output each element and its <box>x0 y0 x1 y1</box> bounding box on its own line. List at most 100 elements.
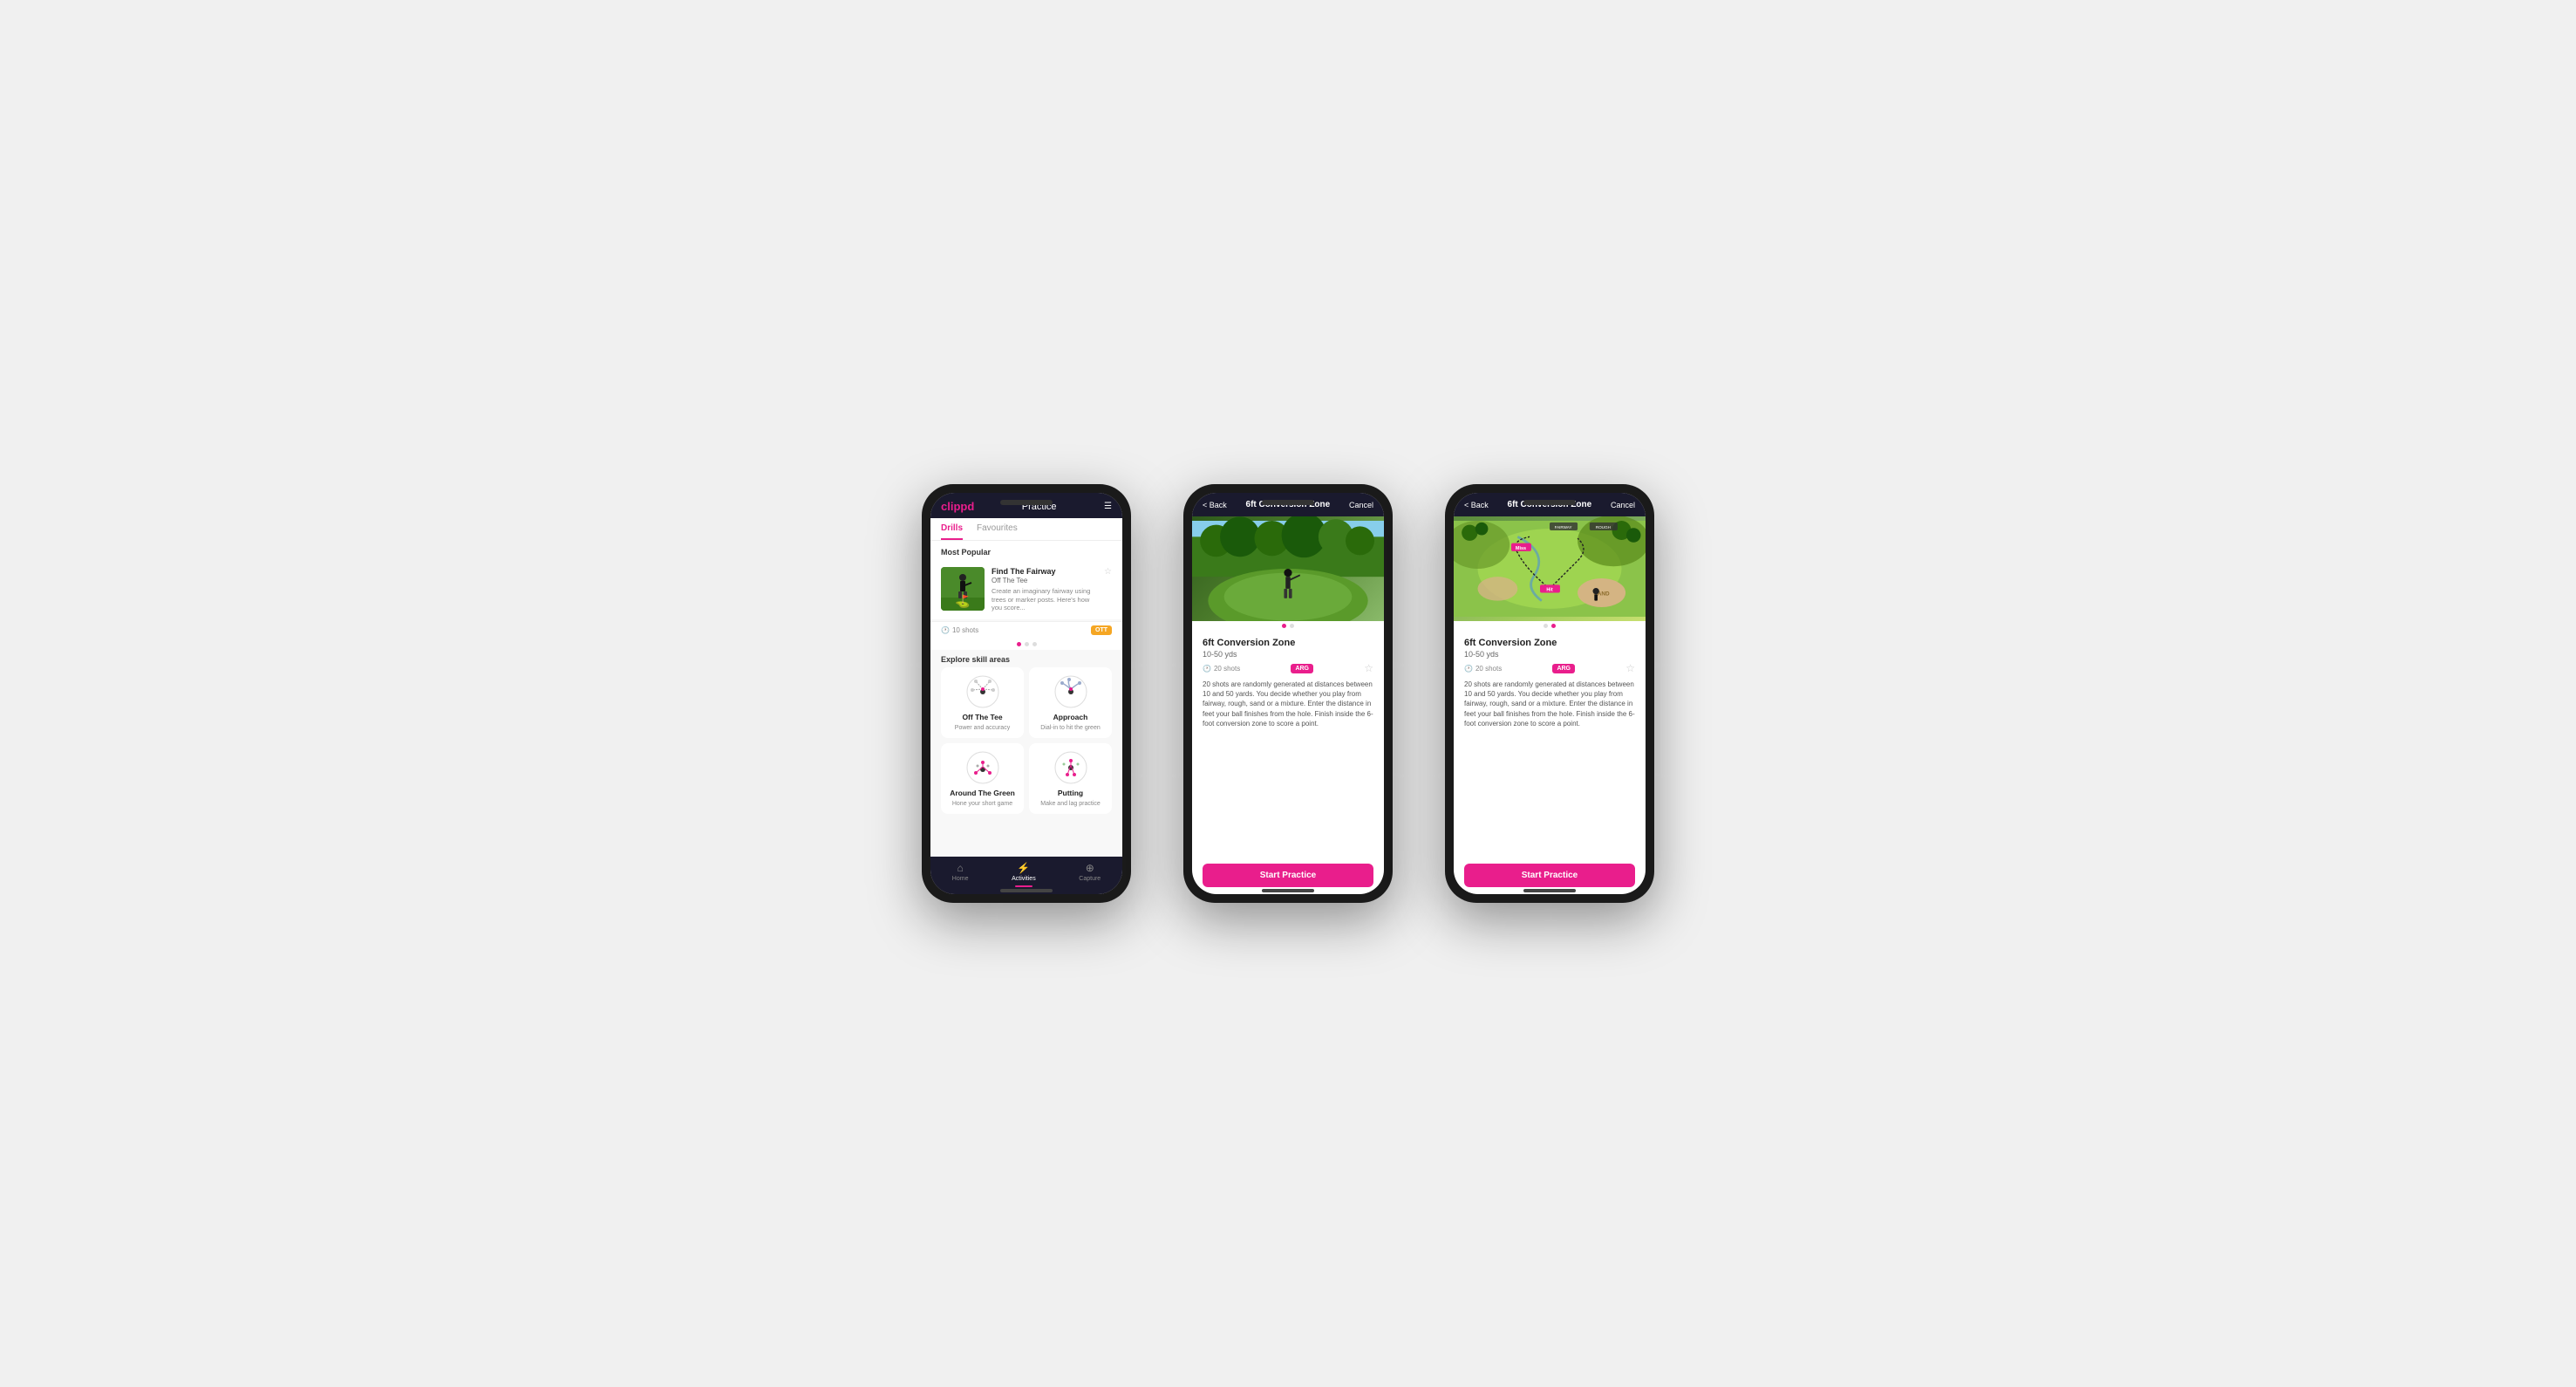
phone-1: clippd Practice ☰ Drills Favourites Most… <box>922 484 1131 903</box>
dot-2-2 <box>1290 624 1294 628</box>
detail-header-3: < Back 6ft Conversion Zone Cancel <box>1454 493 1646 516</box>
start-practice-button-3[interactable]: Start Practice <box>1464 864 1635 887</box>
back-button-3[interactable]: < Back <box>1464 501 1489 509</box>
skill-name-putting: Putting <box>1058 789 1083 797</box>
drill-map: Hit Miss FAIRWAY ROUGH SAND <box>1454 516 1646 621</box>
detail-header-2: < Back 6ft Conversion Zone Cancel <box>1192 493 1384 516</box>
svg-text:Miss: Miss <box>1516 546 1526 551</box>
approach-icon <box>1053 674 1088 709</box>
phone-2-screen: < Back 6ft Conversion Zone Cancel <box>1192 493 1384 894</box>
phones-container: clippd Practice ☰ Drills Favourites Most… <box>922 484 1654 903</box>
svg-text:ROUGH: ROUGH <box>1596 525 1611 530</box>
drill-thumb-image <box>941 567 985 611</box>
detail-title-2: 6ft Conversion Zone <box>1246 500 1331 509</box>
capture-icon: ⊕ <box>1086 862 1094 874</box>
skill-card-putting[interactable]: Putting Make and lag practice <box>1029 743 1112 814</box>
dot-3-2 <box>1551 624 1556 628</box>
drill-title: Find The Fairway <box>992 567 1097 577</box>
cancel-button-3[interactable]: Cancel <box>1611 501 1635 509</box>
drill-thumbnail <box>941 567 985 611</box>
back-button-2[interactable]: < Back <box>1203 501 1227 509</box>
badge-arg-3: ARG <box>1552 664 1575 673</box>
clock-icon-2: 🕐 <box>1203 665 1211 673</box>
ott-icon <box>965 674 1000 709</box>
drill-desc: Create an imaginary fairway using trees … <box>992 587 1097 612</box>
phone1-header: clippd Practice ☰ <box>930 493 1122 518</box>
nav-activities-label: Activities <box>1012 876 1036 882</box>
nav-home[interactable]: ⌂ Home <box>952 862 969 887</box>
skill-name-approach: Approach <box>1053 713 1088 721</box>
golf-map-svg: Hit Miss FAIRWAY ROUGH SAND <box>1454 516 1646 621</box>
featured-drill-card[interactable]: Find The Fairway Off The Tee Create an i… <box>930 560 1122 619</box>
phone-1-screen: clippd Practice ☰ Drills Favourites Most… <box>930 493 1122 894</box>
nav-capture[interactable]: ⊕ Capture <box>1079 862 1101 887</box>
dot-2-1 <box>1282 624 1286 628</box>
detail-desc-3: 20 shots are randomly generated at dista… <box>1464 680 1635 728</box>
phone-3-screen: < Back 6ft Conversion Zone Cancel <box>1454 493 1646 894</box>
badge-arg-2: ARG <box>1291 664 1313 673</box>
detail-yds-3: 10-50 yds <box>1464 650 1635 659</box>
detail-shots-3: 🕐 20 shots <box>1464 665 1502 673</box>
detail-title-3: 6ft Conversion Zone <box>1508 500 1592 509</box>
golfer-svg <box>941 567 985 611</box>
hamburger-icon[interactable]: ☰ <box>1104 502 1112 511</box>
drill-subtitle: Off The Tee <box>992 577 1097 584</box>
skill-desc-putting: Make and lag practice <box>1040 801 1100 807</box>
tab-favourites[interactable]: Favourites <box>977 518 1018 540</box>
svg-text:FAIRWAY: FAIRWAY <box>1555 525 1572 530</box>
skill-card-atg[interactable]: Around The Green Hone your short game <box>941 743 1024 814</box>
clock-icon-3: 🕐 <box>1464 665 1473 673</box>
nav-underline <box>1015 885 1032 887</box>
phone1-content: Most Popular <box>930 541 1122 857</box>
skill-desc-approach: Dial-in to hit the green <box>1040 725 1100 731</box>
detail-body-2: 6ft Conversion Zone 10-50 yds 🕐 20 shots… <box>1192 631 1384 864</box>
svg-text:Hit: Hit <box>1546 588 1553 593</box>
cancel-button-2[interactable]: Cancel <box>1349 501 1373 509</box>
skill-desc-atg: Hone your short game <box>952 801 1012 807</box>
detail-shots-2: 🕐 20 shots <box>1203 665 1240 673</box>
start-practice-button-2[interactable]: Start Practice <box>1203 864 1373 887</box>
explore-label: Explore skill areas <box>930 650 1122 667</box>
clock-icon: 🕐 <box>941 626 950 634</box>
carousel-dots <box>930 639 1122 650</box>
detail-desc-2: 20 shots are randomly generated at dista… <box>1203 680 1373 728</box>
dot-3-1 <box>1544 624 1548 628</box>
detail-drill-title-3: 6ft Conversion Zone <box>1464 638 1635 648</box>
home-icon: ⌂ <box>957 862 964 874</box>
skill-card-ott[interactable]: Off The Tee Power and accuracy <box>941 667 1024 738</box>
dot-3 <box>1032 642 1037 646</box>
star-button-2[interactable]: ☆ <box>1364 662 1373 674</box>
drill-photo <box>1192 516 1384 621</box>
most-popular-label: Most Popular <box>930 541 1122 560</box>
detail-yds-2: 10-50 yds <box>1203 650 1373 659</box>
skill-desc-ott: Power and accuracy <box>955 725 1010 731</box>
detail-meta-3: 🕐 20 shots ARG ☆ <box>1464 662 1635 674</box>
bottom-nav: ⌂ Home ⚡ Activities ⊕ Capture <box>930 857 1122 894</box>
logo: clippd <box>941 500 974 513</box>
skill-card-approach[interactable]: Approach Dial-in to hit the green <box>1029 667 1112 738</box>
drill-shots: 🕐 10 shots <box>941 626 978 634</box>
skill-name-ott: Off The Tee <box>962 713 1002 721</box>
star-button-3[interactable]: ☆ <box>1625 662 1635 674</box>
nav-home-label: Home <box>952 876 969 882</box>
header-title: Practice <box>1022 502 1057 512</box>
detail-body-3: 6ft Conversion Zone 10-50 yds 🕐 20 shots… <box>1454 631 1646 864</box>
drill-info: Find The Fairway Off The Tee Create an i… <box>992 567 1097 612</box>
putting-icon <box>1053 750 1088 785</box>
detail-drill-title-2: 6ft Conversion Zone <box>1203 638 1373 648</box>
tabs-bar: Drills Favourites <box>930 518 1122 541</box>
skill-name-atg: Around The Green <box>950 789 1015 797</box>
golf-photo-svg <box>1192 516 1384 621</box>
tab-drills[interactable]: Drills <box>941 518 963 540</box>
drill-star[interactable]: ☆ <box>1104 567 1112 577</box>
drill-meta: 🕐 10 shots OTT <box>930 621 1122 639</box>
skill-grid: Off The Tee Power and accuracy <box>930 667 1122 821</box>
nav-activities[interactable]: ⚡ Activities <box>1012 862 1036 887</box>
phone-2: < Back 6ft Conversion Zone Cancel <box>1183 484 1393 903</box>
atg-icon <box>965 750 1000 785</box>
dot-1 <box>1017 642 1021 646</box>
dot-2 <box>1025 642 1029 646</box>
activities-icon: ⚡ <box>1017 862 1030 874</box>
phone-3: < Back 6ft Conversion Zone Cancel <box>1445 484 1654 903</box>
nav-capture-label: Capture <box>1079 876 1101 882</box>
